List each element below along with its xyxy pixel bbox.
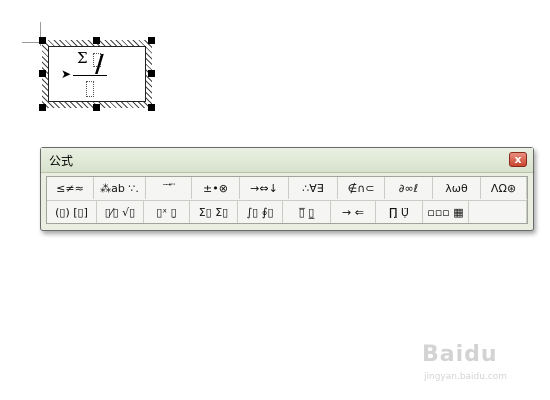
underbar-overbar-templates-icon: ▯̅ ▯̲ [298,205,315,219]
summation-templates-button[interactable]: Σ▯ Σ▯ [190,201,238,223]
toolbar-title: 公式 [49,154,74,168]
set-theory-symbols-button[interactable]: ∉∩⊂ [338,177,385,199]
matrix-templates-icon: ▫▫▫ ▦ [427,205,464,219]
set-theory-symbols-icon: ∉∩⊂ [347,181,375,195]
toolbar-titlebar[interactable]: 公式 x [41,148,533,173]
resize-handle-left[interactable] [39,70,46,77]
equation-editing-area[interactable]: ➤ Σ / [48,46,146,102]
summation-templates-icon: Σ▯ Σ▯ [198,205,229,219]
subscript-superscript-templates-button[interactable]: ▯ˣ ▯̣ [144,201,190,223]
cursor-arrow-icon: ➤ [61,67,72,81]
resize-handle-top-left[interactable] [39,37,46,44]
fence-templates-icon: (▯) [▯] [55,205,88,219]
symbol-row: ≤≠≈ ⁂ab ∵. ¨ ⃗ ⃛ ±•⊗ →⇔↓ ∴∀∃ ∉∩⊂ ∂∞ℓ λωθ ΛΩ⊛ [47,177,527,201]
equation-content: ➤ Σ / [55,47,145,103]
arrow-symbols-button[interactable]: →⇔↓ [240,177,289,199]
embellishments-button[interactable]: ¨ ⃗ ⃛ [146,177,192,199]
embellishments-icon: ¨ ⃗ ⃛ [162,181,175,195]
fraction-radical-templates-icon: ▯⁄▯ √▯ [104,205,136,219]
relational-symbols-icon: ≤≠≈ [56,181,84,195]
logical-symbols-button[interactable]: ∴∀∃ [289,177,338,199]
relational-symbols-button[interactable]: ≤≠≈ [47,177,94,199]
greek-uppercase-icon: ΛΩ⊛ [490,181,517,195]
baidu-watermark: Baidu jingyan.baidu.com [418,338,538,388]
integral-templates-button[interactable]: ∫▯ ∮▯ [238,201,283,223]
misc-symbols-icon: ∂∞ℓ [398,181,419,195]
resize-handle-right[interactable] [148,70,155,77]
integral-templates-icon: ∫▯ ∮▯ [246,205,274,219]
resize-handle-top-right[interactable] [148,37,155,44]
greek-lowercase-button[interactable]: λωθ [433,177,481,199]
symbol-palette: ≤≠≈ ⁂ab ∵. ¨ ⃗ ⃛ ±•⊗ →⇔↓ ∴∀∃ ∉∩⊂ ∂∞ℓ λωθ ΛΩ⊛ (▯) … [46,176,528,224]
fraction-slash: / [95,49,104,78]
resize-handle-bottom-right[interactable] [148,104,155,111]
denominator-slot[interactable] [86,81,94,97]
misc-symbols-button[interactable]: ∂∞ℓ [385,177,433,199]
equation-object[interactable]: ➤ Σ / [39,37,155,111]
greek-uppercase-button[interactable]: ΛΩ⊛ [481,177,527,199]
fraction-radical-templates-button[interactable]: ▯⁄▯ √▯ [97,201,144,223]
template-row: (▯) [▯] ▯⁄▯ √▯ ▯ˣ ▯̣ Σ▯ Σ▯ ∫▯ ∮▯ ▯̅ ▯̲ → ⇐ ∏̣ Ụ… [47,201,527,224]
matrix-templates-button[interactable]: ▫▫▫ ▦ [423,201,469,223]
empty-slot-button[interactable] [469,201,527,223]
close-button[interactable]: x [509,152,527,167]
labeled-arrow-templates-button[interactable]: → ⇐ [331,201,376,223]
operator-symbols-icon: ±•⊗ [203,181,228,195]
watermark-url: jingyan.baidu.com [424,372,508,382]
logical-symbols-icon: ∴∀∃ [302,181,324,195]
spaces-ellipses-icon: ⁂ab ∵. [100,181,139,195]
spaces-ellipses-button[interactable]: ⁂ab ∵. [94,177,146,199]
watermark-brand: Baidu [422,342,498,367]
products-set-theory-templates-button[interactable]: ∏̣ Ụ̈ [376,201,423,223]
fence-templates-button[interactable]: (▯) [▯] [47,201,97,223]
resize-handle-top[interactable] [93,37,100,44]
greek-lowercase-icon: λωθ [445,181,468,195]
products-set-theory-templates-icon: ∏̣ Ụ̈ [389,205,409,219]
labeled-arrow-templates-icon: → ⇐ [342,205,364,219]
subscript-superscript-templates-icon: ▯ˣ ▯̣ [156,205,177,219]
equation-toolbar-window: 公式 x ≤≠≈ ⁂ab ∵. ¨ ⃗ ⃛ ±•⊗ →⇔↓ ∴∀∃ ∉∩⊂ ∂∞ℓ λωθ ΛΩ⊛… [40,147,534,231]
resize-handle-bottom[interactable] [93,104,100,111]
arrow-symbols-icon: →⇔↓ [250,181,278,195]
underbar-overbar-templates-button[interactable]: ▯̅ ▯̲ [283,201,331,223]
fraction-bar [73,75,107,76]
operator-symbols-button[interactable]: ±•⊗ [192,177,240,199]
resize-handle-bottom-left[interactable] [39,104,46,111]
close-icon: x [514,153,522,166]
summation-symbol: Σ [77,49,88,67]
